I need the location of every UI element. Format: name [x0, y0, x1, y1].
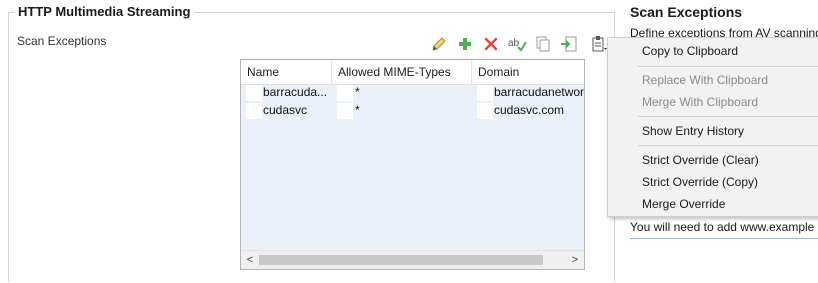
scroll-left-arrow[interactable]: < — [242, 251, 258, 269]
copy-icon[interactable] — [532, 33, 554, 55]
cell-name: barracuda... — [263, 85, 328, 99]
clipboard-context-menu: Copy to Clipboard Replace With Clipboard… — [607, 37, 818, 217]
menu-strict-override-copy[interactable]: Strict Override (Copy) — [642, 175, 758, 189]
scan-exceptions-label: Scan Exceptions — [17, 34, 107, 48]
menu-show-entry-history[interactable]: Show Entry History — [642, 124, 744, 138]
cell-mime: * — [355, 103, 360, 117]
menu-replace-with-clipboard: Replace With Clipboard — [642, 73, 769, 87]
menu-strict-override-clear[interactable]: Strict Override (Clear) — [642, 153, 759, 167]
group-title: HTTP Multimedia Streaming — [14, 4, 195, 19]
menu-separator — [638, 116, 818, 117]
help-divider — [630, 238, 818, 239]
help-title: Scan Exceptions — [630, 4, 743, 20]
cell-domain: barracudanetworks — [494, 85, 585, 99]
horizontal-scrollbar[interactable]: < > — [241, 250, 584, 269]
pencil-icon[interactable] — [428, 33, 450, 55]
scroll-right-arrow[interactable]: > — [567, 251, 583, 269]
menu-copy-to-clipboard[interactable]: Copy to Clipboard — [642, 44, 738, 58]
scroll-thumb[interactable] — [259, 255, 543, 265]
menu-separator — [638, 66, 818, 67]
scan-exceptions-table[interactable]: Name Allowed MIME-Types Domain barracuda… — [240, 59, 585, 270]
column-header-name[interactable]: Name — [241, 60, 332, 84]
window: HTTP Multimedia Streaming Scan Exception… — [0, 0, 818, 283]
menu-merge-override[interactable]: Merge Override — [642, 197, 725, 211]
table-header: Name Allowed MIME-Types Domain — [241, 60, 584, 85]
cell-name: cudasvc — [263, 103, 308, 117]
import-icon[interactable] — [558, 33, 580, 55]
menu-separator — [638, 145, 818, 146]
plus-icon[interactable] — [454, 33, 476, 55]
cell-domain: cudasvc.com — [494, 103, 565, 117]
delete-x-icon[interactable] — [480, 33, 502, 55]
menu-merge-with-clipboard: Merge With Clipboard — [642, 95, 759, 109]
spellcheck-icon[interactable]: ab — [506, 33, 528, 55]
table-row[interactable]: barracuda... * barracudanetworks — [241, 84, 584, 102]
column-header-mime-types[interactable]: Allowed MIME-Types — [332, 60, 472, 84]
cell-mime: * — [355, 85, 360, 99]
help-text-example: You will need to add www.example — [630, 220, 815, 234]
table-row[interactable]: cudasvc * cudasvc.com — [241, 102, 584, 120]
column-header-domain[interactable]: Domain — [472, 60, 584, 84]
